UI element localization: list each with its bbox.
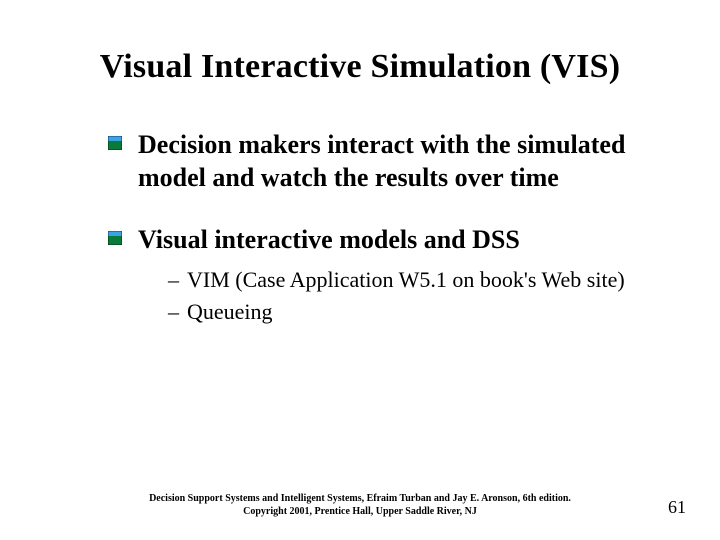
sub-item: – Queueing (168, 298, 625, 327)
slide-body: Decision makers interact with the simula… (108, 128, 668, 337)
slide: Visual Interactive Simulation (VIS) Deci… (0, 0, 720, 540)
dash-icon: – (168, 266, 179, 295)
bullet-item: Decision makers interact with the simula… (108, 128, 668, 195)
footer: Decision Support Systems and Intelligent… (0, 493, 720, 518)
dash-icon: – (168, 298, 179, 327)
footer-line: Copyright 2001, Prentice Hall, Upper Sad… (0, 506, 720, 519)
bullet-item: Visual interactive models and DSS – VIM … (108, 223, 668, 331)
bullet-content: Visual interactive models and DSS – VIM … (138, 223, 625, 331)
page-number: 61 (668, 497, 686, 518)
sub-text: VIM (Case Application W5.1 on book's Web… (187, 266, 625, 295)
sub-item: – VIM (Case Application W5.1 on book's W… (168, 266, 625, 295)
sub-text: Queueing (187, 298, 273, 327)
square-bullet-icon (108, 231, 122, 245)
bullet-text: Decision makers interact with the simula… (138, 128, 668, 195)
footer-line: Decision Support Systems and Intelligent… (0, 493, 720, 506)
bullet-text: Visual interactive models and DSS (138, 225, 520, 254)
square-bullet-icon (108, 136, 122, 150)
sub-list: – VIM (Case Application W5.1 on book's W… (168, 266, 625, 327)
slide-title: Visual Interactive Simulation (VIS) (0, 48, 720, 86)
